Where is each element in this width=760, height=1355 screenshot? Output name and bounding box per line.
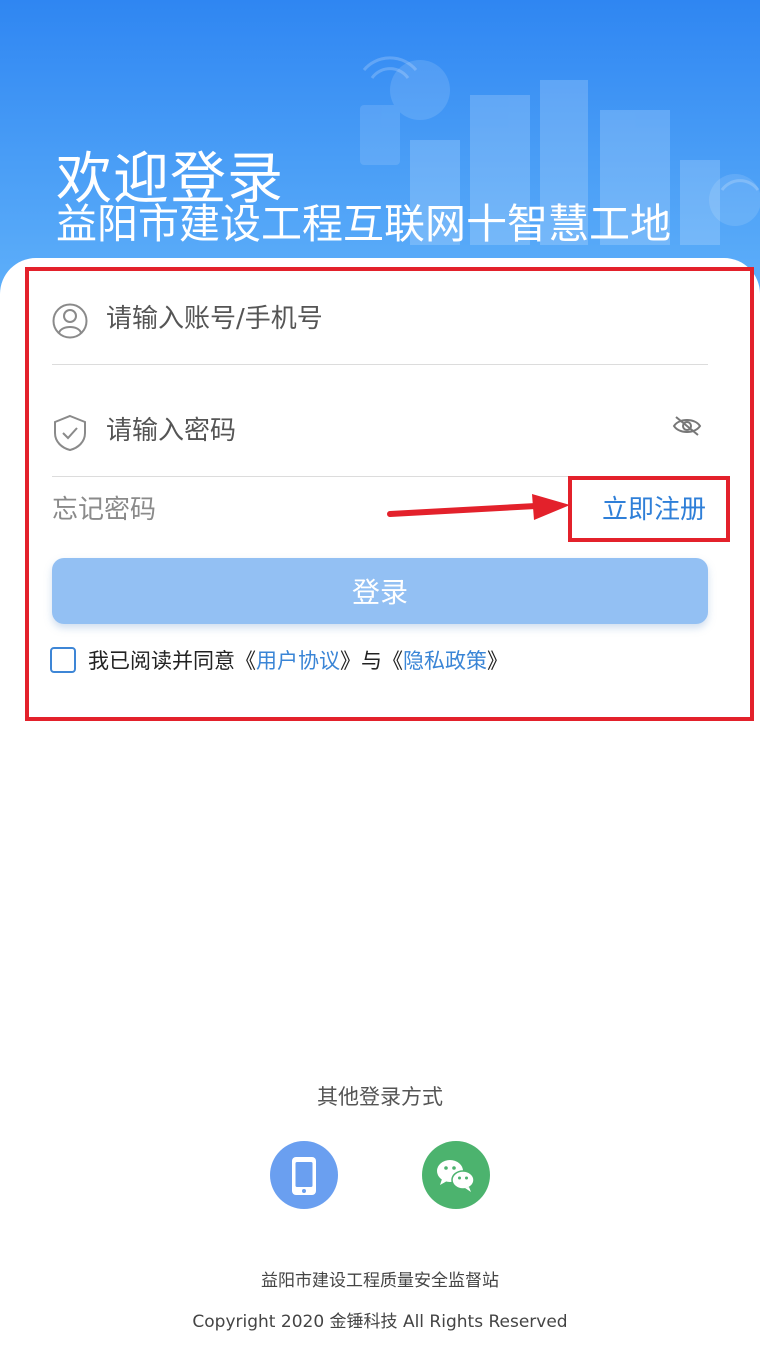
eye-off-icon[interactable]	[672, 414, 702, 438]
arrow-annotation-icon	[387, 494, 570, 520]
footer-organization: 益阳市建设工程质量安全监督站	[261, 1271, 499, 1291]
agreement-row: 我已阅读并同意《 用户协议 》与《 隐私政策 》	[50, 645, 508, 675]
agreement-checkbox[interactable]	[50, 647, 76, 673]
header-banner: 欢迎登录 益阳市建设工程互联网十智慧工地	[0, 0, 760, 300]
password-input[interactable]	[106, 408, 646, 454]
agreement-middle: 》与《	[340, 649, 403, 673]
shield-icon	[54, 414, 86, 452]
account-input[interactable]	[106, 296, 646, 342]
forgot-password-link[interactable]: 忘记密码	[52, 489, 156, 526]
wechat-login-button[interactable]	[422, 1141, 490, 1209]
app-subtitle: 益阳市建设工程互联网十智慧工地	[56, 200, 671, 248]
agreement-suffix: 》	[487, 649, 508, 673]
footer-copyright: Copyright 2020 金锤科技 All Rights Reserved	[192, 1312, 568, 1332]
user-agreement-link[interactable]: 用户协议	[256, 645, 340, 675]
privacy-policy-link[interactable]: 隐私政策	[403, 645, 487, 675]
phone-icon	[292, 1157, 316, 1195]
phone-login-button[interactable]	[270, 1141, 338, 1209]
wechat-icon	[437, 1160, 475, 1192]
login-button[interactable]: 登录	[52, 558, 708, 624]
agreement-prefix: 我已阅读并同意《	[88, 649, 256, 673]
user-icon	[52, 303, 88, 339]
register-link[interactable]: 立即注册	[602, 489, 706, 526]
account-field	[52, 274, 708, 365]
other-login-title: 其他登录方式	[317, 1085, 443, 1109]
password-field	[52, 386, 708, 477]
